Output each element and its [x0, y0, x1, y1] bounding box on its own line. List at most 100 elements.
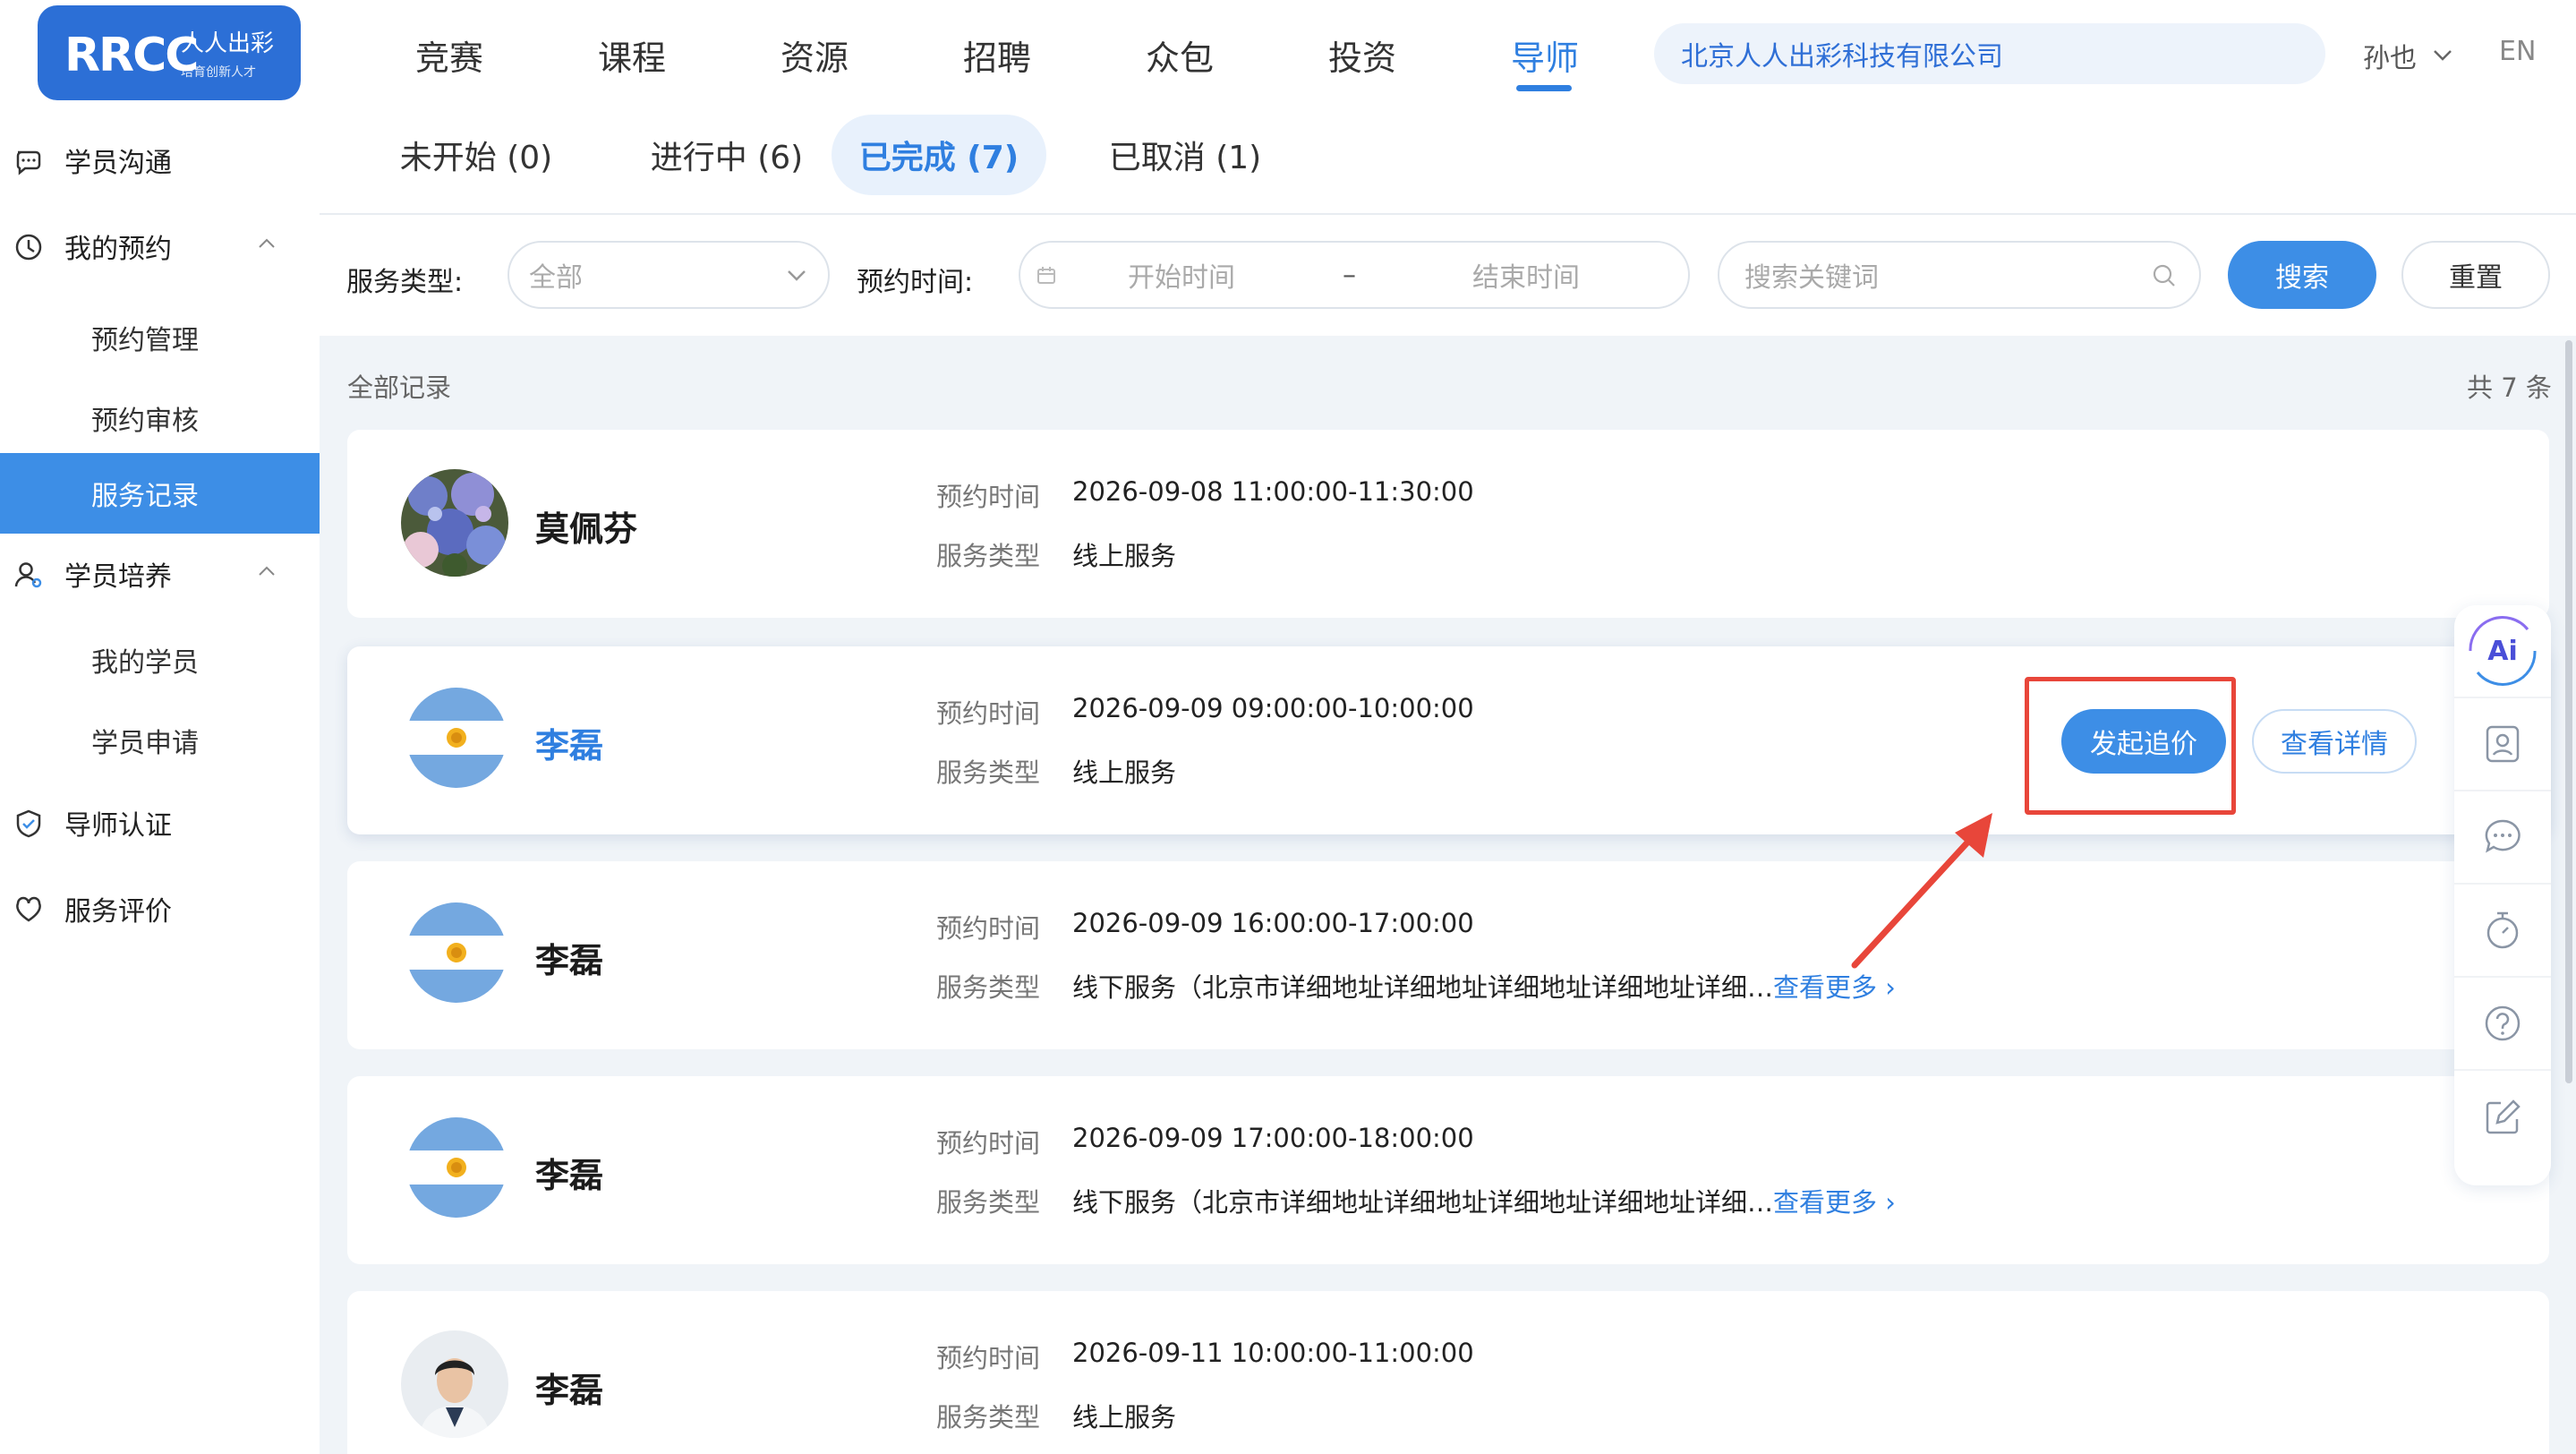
sidebar-item-label: 我的预约 — [64, 234, 172, 265]
search-button[interactable]: 搜索 — [2228, 241, 2376, 309]
logo-brand: RRCC — [64, 29, 199, 82]
record-card[interactable]: 李磊 预约时间 2026-09-09 17:00:00-18:00:00 服务类… — [347, 1076, 2549, 1264]
chevron-right-icon: › — [1877, 1187, 1896, 1218]
appointment-time-label: 预约时间: — [857, 267, 974, 298]
chevron-up-icon — [259, 238, 275, 248]
appointment-time-value: 2026-09-09 17:00:00-18:00:00 — [1072, 1123, 1474, 1153]
student-name: 李磊 — [535, 1156, 604, 1195]
page-scrollbar[interactable] — [2565, 340, 2572, 1083]
sidebar-item-mentor-certification[interactable]: 导师认证 — [0, 783, 320, 863]
sidebar-item-student-training[interactable]: 学员培养 — [0, 534, 320, 614]
record-card[interactable]: 莫佩芬 预约时间 2026-09-08 11:00:00-11:30:00 服务… — [347, 430, 2549, 618]
logo-chinese-name: 人人出彩 — [181, 30, 275, 57]
avatar-flowers — [401, 469, 508, 577]
list-title: 全部记录 — [347, 372, 452, 403]
appointment-time-label: 预约时间 — [936, 1128, 1041, 1159]
service-type-label: 服务类型 — [936, 541, 1041, 571]
nav-item-courses[interactable]: 课程 — [541, 0, 723, 109]
appointment-time-label: 预约时间 — [936, 698, 1041, 729]
record-count: 共 7 条 — [2467, 372, 2552, 403]
search-icon — [2153, 264, 2175, 287]
message-icon — [2485, 819, 2521, 853]
sidebar-item-my-appointments[interactable]: 我的预约 — [0, 206, 320, 287]
student-name: 李磊 — [535, 1371, 604, 1410]
chevron-up-icon — [259, 566, 275, 576]
top-bar: RRCC 人人出彩 培育创新人才 竞赛 课程 资源 招聘 众包 投资 导师 北京… — [0, 0, 2576, 109]
tab-in-progress[interactable]: 进行中 (6) — [606, 115, 848, 195]
record-card[interactable]: 李磊 预约时间 2026-09-11 10:00:00-11:00:00 服务类… — [347, 1291, 2549, 1454]
user-menu[interactable]: 孙也 — [2363, 36, 2452, 75]
sidebar-subitem-my-students[interactable]: 我的学员 — [0, 620, 320, 700]
view-more-link[interactable]: 查看更多 — [1773, 1187, 1877, 1218]
floating-toolbar: Ai — [2454, 605, 2551, 1185]
service-type-label: 服务类型 — [936, 757, 1041, 788]
appointment-time-value: 2026-09-09 09:00:00-10:00:00 — [1072, 693, 1474, 723]
timer-button[interactable] — [2454, 885, 2551, 978]
view-more-link[interactable]: 查看更多 — [1773, 972, 1877, 1003]
sidebar-item-student-chat[interactable]: 学员沟通 — [0, 120, 320, 201]
nav-item-competition[interactable]: 竞赛 — [358, 0, 541, 109]
annotation-highlight-box — [2025, 677, 2236, 815]
user-icon — [14, 562, 42, 588]
chevron-down-icon — [2434, 50, 2452, 61]
appointment-time-label: 预约时间 — [936, 1343, 1041, 1373]
nav-item-resources[interactable]: 资源 — [723, 0, 906, 109]
chevron-down-icon — [788, 270, 806, 281]
student-name[interactable]: 李磊 — [535, 718, 603, 767]
clock-icon — [15, 234, 42, 261]
appointment-time-label: 预约时间 — [936, 482, 1041, 512]
service-type-label: 服务类型 — [936, 972, 1041, 1003]
annotation-arrow-icon — [1851, 813, 1992, 969]
student-name: 莫佩芬 — [535, 509, 638, 549]
service-type-value: 全部 — [529, 262, 583, 294]
nav-item-crowdsourcing[interactable]: 众包 — [1088, 0, 1271, 109]
appointment-time-label: 预约时间 — [936, 913, 1041, 944]
help-button[interactable] — [2454, 978, 2551, 1071]
service-type-select[interactable]: 全部 — [508, 241, 830, 309]
ai-assistant-button[interactable]: Ai — [2454, 605, 2551, 698]
keyword-search-input[interactable]: 搜索关键词 — [1718, 241, 2201, 309]
service-type-label: 服务类型 — [936, 1402, 1041, 1433]
service-type-label: 服务类型: — [346, 267, 464, 298]
sidebar-item-service-reviews[interactable]: 服务评价 — [0, 868, 320, 949]
avatar-flag — [406, 688, 507, 788]
edit-icon — [2486, 1099, 2521, 1134]
sidebar-subitem-service-records[interactable]: 服务记录 — [0, 453, 320, 534]
tab-not-started[interactable]: 未开始 (0) — [364, 115, 588, 195]
logo[interactable]: RRCC 人人出彩 培育创新人才 — [38, 5, 301, 100]
view-details-button[interactable]: 查看详情 — [2252, 709, 2417, 774]
date-range-picker[interactable]: 开始时间 – 结束时间 — [1019, 241, 1690, 309]
nav-item-mentor[interactable]: 导师 — [1454, 0, 1636, 109]
chat-icon — [16, 150, 41, 175]
sidebar-subitem-student-applications[interactable]: 学员申请 — [0, 700, 320, 781]
end-date-input[interactable]: 结束时间 — [1472, 255, 1580, 295]
language-switch[interactable]: EN — [2499, 36, 2536, 67]
tab-completed[interactable]: 已完成 (7) — [832, 115, 1046, 195]
nav-item-recruiting[interactable]: 招聘 — [906, 0, 1088, 109]
tab-cancelled[interactable]: 已取消 (1) — [1073, 115, 1297, 195]
heart-icon — [16, 896, 41, 922]
sidebar-item-label: 导师认证 — [64, 810, 172, 842]
service-type-text: 线下服务（北京市详细地址详细地址详细地址详细地址详细… — [1072, 972, 1774, 1003]
logo-tagline: 培育创新人才 — [181, 65, 256, 80]
sidebar-item-label: 学员沟通 — [64, 148, 172, 179]
status-tabs: 未开始 (0) 进行中 (6) 已完成 (7) 已取消 (1) — [320, 109, 2576, 215]
timer-icon — [2486, 911, 2519, 949]
start-date-input[interactable]: 开始时间 — [1128, 255, 1235, 295]
sidebar-subitem-appointment-review[interactable]: 预约审核 — [0, 378, 320, 458]
help-icon — [2485, 1005, 2521, 1041]
service-type-value: 线下服务（北京市详细地址详细地址详细地址详细地址详细…查看更多 › — [1072, 967, 1896, 1005]
main-nav: 竞赛 课程 资源 招聘 众包 投资 导师 — [358, 0, 1636, 109]
reset-button[interactable]: 重置 — [2401, 241, 2550, 309]
service-type-value: 线上服务 — [1072, 757, 1177, 788]
student-name: 李磊 — [535, 941, 604, 980]
edit-button[interactable] — [2454, 1071, 2551, 1164]
record-card[interactable]: 李磊 预约时间 2026-09-09 16:00:00-17:00:00 服务类… — [347, 861, 2549, 1049]
message-button[interactable] — [2454, 791, 2551, 885]
sidebar-subitem-appointment-management[interactable]: 预约管理 — [0, 297, 320, 378]
ai-icon: Ai — [2469, 616, 2537, 686]
company-selector[interactable]: 北京人人出彩科技有限公司 — [1654, 23, 2325, 84]
contact-card-button[interactable] — [2454, 698, 2551, 791]
nav-item-investment[interactable]: 投资 — [1271, 0, 1454, 109]
keyword-placeholder: 搜索关键词 — [1744, 262, 1879, 294]
